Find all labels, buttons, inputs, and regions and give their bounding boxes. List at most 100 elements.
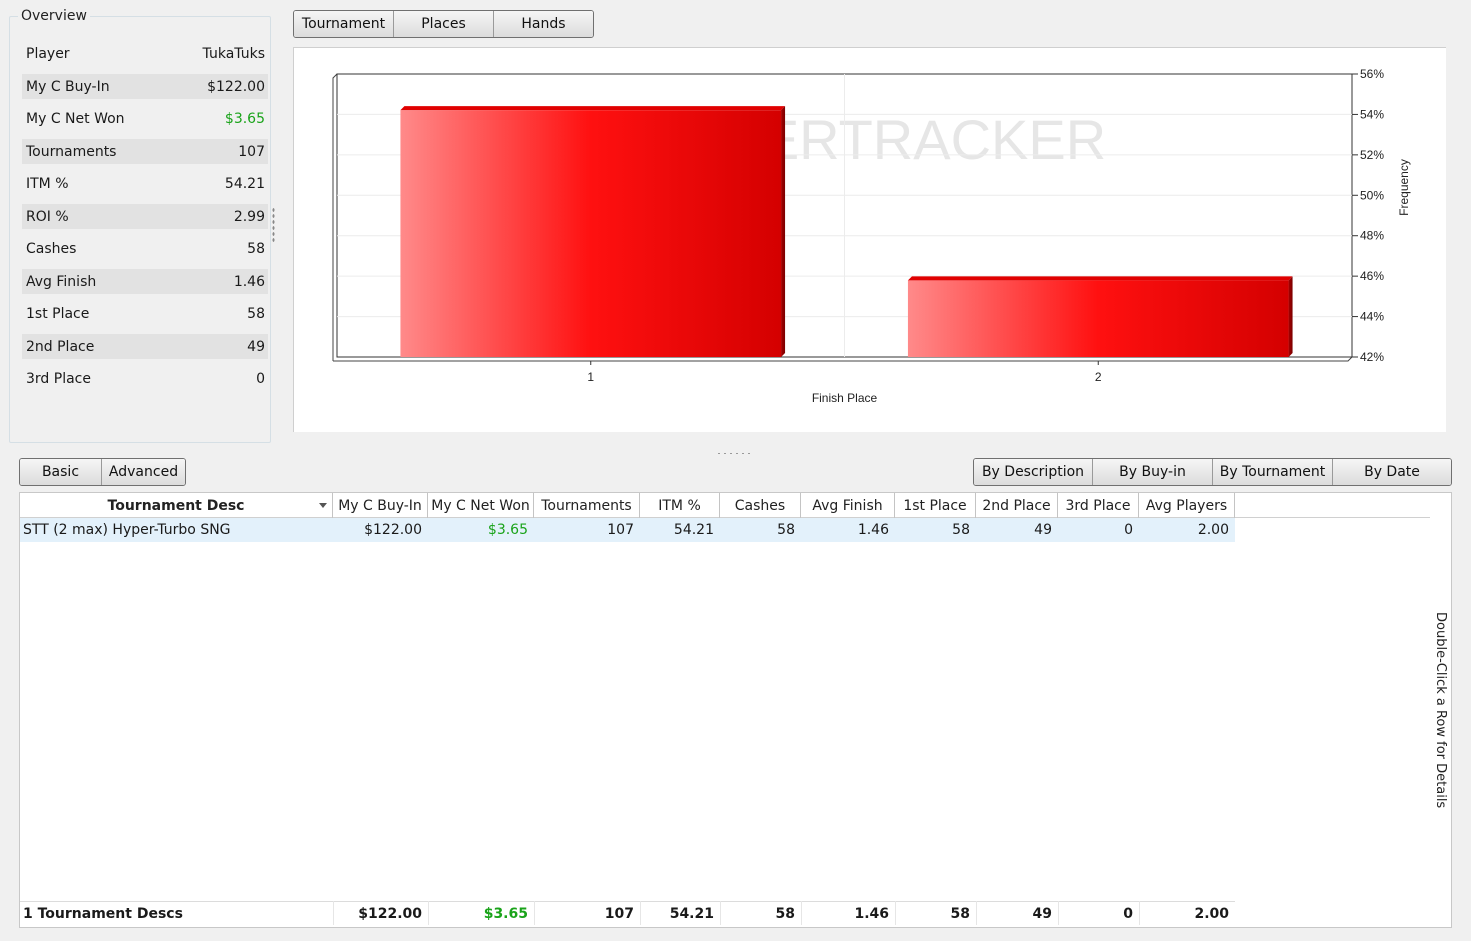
x-tick-label: 2 bbox=[1095, 370, 1102, 384]
tab-by-buy-in[interactable]: By Buy-in bbox=[1093, 459, 1213, 485]
column-header-tournaments[interactable]: Tournaments bbox=[534, 493, 640, 518]
tab-advanced[interactable]: Advanced bbox=[102, 459, 185, 485]
overview-label: ROI % bbox=[26, 208, 69, 225]
tab-places[interactable]: Places bbox=[394, 11, 494, 37]
y-tick-label: 56% bbox=[1360, 67, 1384, 81]
y-tick-label: 48% bbox=[1360, 229, 1384, 243]
y-tick-label: 42% bbox=[1360, 350, 1384, 364]
cell-cashes: 58 bbox=[777, 522, 795, 538]
chart-canvas: ERTRACKER 42% 44% 46% 48% 50% 52% 54% 56% 1 2 Finis… bbox=[332, 67, 1411, 405]
y-tick-label: 46% bbox=[1360, 269, 1384, 283]
column-divider bbox=[640, 901, 641, 925]
cell-avg-players: 2.00 bbox=[1194, 906, 1229, 922]
cell-1st-place: 58 bbox=[952, 522, 970, 538]
column-header-itm-pct[interactable]: ITM % bbox=[640, 493, 720, 518]
overview-label: Tournaments bbox=[26, 143, 117, 160]
column-header-avg-players[interactable]: Avg Players bbox=[1139, 493, 1235, 518]
cell-avg-players: 2.00 bbox=[1197, 522, 1229, 538]
chart-tab-bar: Tournament Places Hands bbox=[293, 10, 594, 38]
cell-tournament-desc: STT (2 max) Hyper-Turbo SNG bbox=[23, 522, 231, 538]
column-header-2nd-place[interactable]: 2nd Place bbox=[976, 493, 1058, 518]
sort-descending-icon bbox=[319, 503, 327, 508]
overview-row-my-c-buy-in: My C Buy-In $122.00 bbox=[22, 74, 268, 99]
column-header-my-c-buy-in[interactable]: My C Buy-In bbox=[333, 493, 428, 518]
overview-label: 1st Place bbox=[26, 305, 90, 322]
overview-row-player: Player TukaTuks bbox=[22, 41, 268, 66]
column-header-label: Tournament Desc bbox=[107, 497, 245, 514]
overview-row-cashes: Cashes 58 bbox=[22, 236, 268, 261]
column-header-label: Tournaments bbox=[541, 497, 632, 514]
overview-label: 2nd Place bbox=[26, 338, 95, 355]
group-tab-bar: By Description By Buy-in By Tournament B… bbox=[973, 458, 1452, 486]
column-divider bbox=[428, 901, 429, 925]
overview-value: $3.65 bbox=[224, 110, 265, 127]
overview-label: Avg Finish bbox=[26, 273, 97, 290]
table-row[interactable]: STT (2 max) Hyper-Turbo SNG $122.00 $3.65 1… bbox=[20, 518, 1235, 542]
cell-2nd-place: 49 bbox=[1034, 522, 1052, 538]
overview-label: 3rd Place bbox=[26, 370, 91, 387]
totals-row[interactable]: 1 Tournament Descs $122.00 $3.65 107 54.21 58… bbox=[20, 901, 1235, 925]
column-divider bbox=[333, 901, 334, 925]
column-header-cashes[interactable]: Cashes bbox=[720, 493, 801, 518]
overview-value: 49 bbox=[247, 338, 265, 355]
tournament-grid: Tournament Desc My C Buy-In My C Net Won To… bbox=[19, 492, 1452, 928]
column-header-avg-finish[interactable]: Avg Finish bbox=[801, 493, 895, 518]
overview-row-2nd-place: 2nd Place 49 bbox=[22, 334, 268, 359]
tab-hands[interactable]: Hands bbox=[494, 11, 593, 37]
overview-label: ITM % bbox=[26, 175, 69, 192]
vertical-splitter-grip[interactable] bbox=[272, 207, 275, 243]
cell-tournaments: 107 bbox=[604, 906, 634, 922]
overview-row-avg-finish: Avg Finish 1.46 bbox=[22, 269, 268, 294]
tab-by-date[interactable]: By Date bbox=[1333, 459, 1451, 485]
column-header-3rd-place[interactable]: 3rd Place bbox=[1058, 493, 1139, 518]
column-divider bbox=[801, 901, 802, 925]
bar-place-2 bbox=[907, 280, 1289, 357]
bar-side-face bbox=[781, 106, 786, 358]
horizontal-splitter-grip[interactable] bbox=[716, 452, 752, 455]
overview-value: 0 bbox=[256, 370, 265, 387]
tab-by-description[interactable]: By Description bbox=[974, 459, 1093, 485]
chart-floor bbox=[333, 356, 1353, 362]
column-header-label: Avg Finish bbox=[812, 497, 883, 514]
cell-1st-place: 58 bbox=[950, 906, 970, 922]
cell-3rd-place: 0 bbox=[1123, 906, 1133, 922]
grid-hint: Double-Click a Row for Details bbox=[1433, 612, 1448, 809]
x-tick-label: 1 bbox=[587, 370, 594, 384]
column-divider bbox=[976, 901, 977, 925]
overview-panel: Overview Player TukaTuks My C Buy-In $122.0… bbox=[9, 8, 271, 443]
y-tick-label: 54% bbox=[1360, 107, 1384, 121]
column-header-label: 1st Place bbox=[903, 497, 967, 514]
column-header-label: ITM % bbox=[658, 497, 701, 514]
cell-2nd-place: 49 bbox=[1032, 906, 1052, 922]
cell-avg-finish: 1.46 bbox=[857, 522, 889, 538]
overview-value: 54.21 bbox=[224, 175, 265, 192]
column-divider bbox=[1058, 901, 1059, 925]
overview-row-my-c-net-won: My C Net Won $3.65 bbox=[22, 106, 268, 131]
overview-value: 107 bbox=[238, 143, 265, 160]
bar-top-face bbox=[907, 276, 1293, 281]
column-header-1st-place[interactable]: 1st Place bbox=[895, 493, 976, 518]
bar-side-face bbox=[1288, 276, 1293, 357]
overview-value: 58 bbox=[247, 240, 265, 257]
tab-basic[interactable]: Basic bbox=[20, 459, 102, 485]
column-divider bbox=[895, 901, 896, 925]
chart-left-wall bbox=[332, 73, 338, 361]
y-tick-label: 52% bbox=[1360, 148, 1384, 162]
overview-label: My C Net Won bbox=[26, 110, 125, 127]
overview-value: 1.46 bbox=[233, 273, 265, 290]
tab-by-tournament[interactable]: By Tournament bbox=[1213, 459, 1333, 485]
overview-row-roi-pct: ROI % 2.99 bbox=[22, 204, 268, 229]
y-axis-title: Frequency bbox=[1397, 159, 1411, 216]
overview-value: TukaTuks bbox=[202, 45, 265, 62]
tab-tournament[interactable]: Tournament bbox=[294, 11, 394, 37]
column-header-tournament-desc[interactable]: Tournament Desc bbox=[20, 493, 333, 518]
column-header-label: 2nd Place bbox=[982, 497, 1051, 514]
column-header-my-c-net-won[interactable]: My C Net Won bbox=[428, 493, 534, 518]
column-header-label: Avg Players bbox=[1145, 497, 1228, 514]
cell-itm-pct: 54.21 bbox=[669, 906, 714, 922]
column-header-label: Cashes bbox=[734, 497, 786, 514]
cell-my-c-buy-in: $122.00 bbox=[358, 906, 422, 922]
overview-label: Player bbox=[26, 45, 70, 62]
overview-title: Overview bbox=[18, 8, 90, 24]
cell-cashes: 58 bbox=[775, 906, 795, 922]
